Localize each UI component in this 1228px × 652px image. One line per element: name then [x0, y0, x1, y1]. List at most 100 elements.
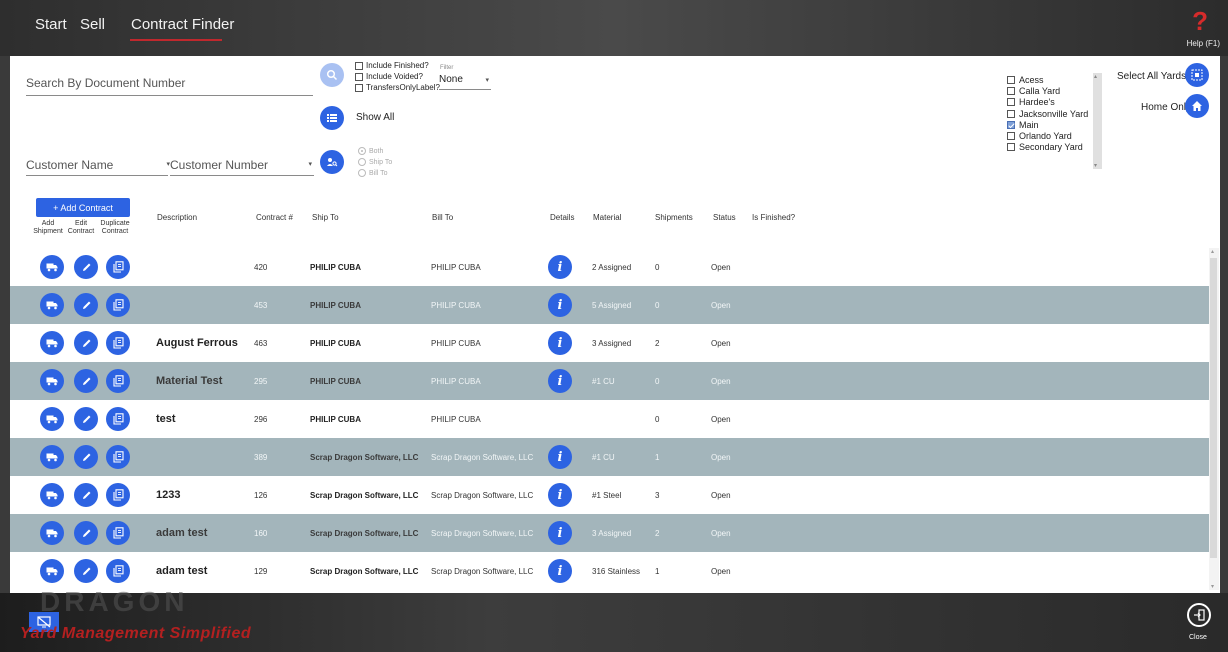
- customer-name-input[interactable]: Customer Name ▾: [26, 158, 170, 176]
- nav-contract-finder[interactable]: Contract Finder: [131, 16, 234, 33]
- edit-contract-button[interactable]: [74, 255, 98, 279]
- table-row[interactable]: August Ferrous 463 PHILIP CUBA PHILIP CUBA i…: [10, 324, 1209, 362]
- nav-sell[interactable]: Sell: [80, 16, 105, 33]
- duplicate-contract-button[interactable]: [106, 559, 130, 583]
- cell-contract-number: 463: [254, 338, 268, 348]
- include-finished-checkbox[interactable]: Include Finished?: [355, 61, 429, 70]
- table-row[interactable]: 453 PHILIP CUBA PHILIP CUBA i 5 Assigned 0 Ope…: [10, 286, 1209, 324]
- contract-finder-panel: Search By Document Number Include Finish…: [10, 56, 1220, 593]
- edit-contract-button[interactable]: [74, 293, 98, 317]
- yard-checkbox-item[interactable]: Jacksonville Yard: [1007, 108, 1103, 119]
- home-only-button[interactable]: [1185, 94, 1209, 118]
- checkbox-box: [1007, 109, 1015, 118]
- exit-icon: [1194, 609, 1205, 621]
- add-shipment-button[interactable]: [40, 559, 64, 583]
- show-all-label[interactable]: Show All: [356, 112, 394, 123]
- customer-number-input[interactable]: Customer Number ▾: [170, 158, 314, 176]
- yard-checkbox-item[interactable]: Acess: [1007, 74, 1103, 85]
- close-label[interactable]: Close: [1189, 634, 1207, 641]
- info-icon[interactable]: i: [548, 445, 572, 469]
- yard-checkbox-item[interactable]: Hardee's: [1007, 97, 1103, 108]
- add-contract-button[interactable]: + Add Contract: [36, 198, 130, 217]
- info-icon[interactable]: i: [548, 369, 572, 393]
- select-all-yards-label[interactable]: Select All Yards: [1117, 71, 1186, 82]
- edit-contract-button[interactable]: [74, 559, 98, 583]
- cell-bill-to: Scrap Dragon Software, LLC: [431, 528, 534, 538]
- table-row[interactable]: test 296 PHILIP CUBA PHILIP CUBA 0 Open: [10, 400, 1209, 438]
- add-shipment-button[interactable]: [40, 521, 64, 545]
- duplicate-contract-button[interactable]: [106, 331, 130, 355]
- filter-select[interactable]: None ▾: [439, 74, 491, 90]
- duplicate-contract-button[interactable]: [106, 407, 130, 431]
- table-row[interactable]: Material Test 295 PHILIP CUBA PHILIP CUBA i #…: [10, 362, 1209, 400]
- info-icon[interactable]: i: [548, 255, 572, 279]
- table-row[interactable]: adam test 129 Scrap Dragon Software, LLC Sc…: [10, 552, 1209, 590]
- info-icon[interactable]: i: [548, 559, 572, 583]
- cell-contract-number: 420: [254, 262, 268, 272]
- add-shipment-button[interactable]: [40, 255, 64, 279]
- pencil-icon: [81, 376, 92, 387]
- scroll-up-icon[interactable]: ▴: [1211, 248, 1214, 255]
- edit-contract-button[interactable]: [74, 369, 98, 393]
- select-all-yards-button[interactable]: [1185, 63, 1209, 87]
- show-all-button[interactable]: [320, 106, 344, 130]
- cell-status: Open: [711, 452, 731, 462]
- table-row[interactable]: 420 PHILIP CUBA PHILIP CUBA i 2 Assigned 0 Ope…: [10, 248, 1209, 286]
- scroll-thumb[interactable]: [1210, 258, 1217, 558]
- include-voided-checkbox[interactable]: Include Voided?: [355, 72, 423, 81]
- radio-bill-to[interactable]: Bill To: [358, 169, 388, 177]
- close-button[interactable]: [1187, 603, 1211, 627]
- duplicate-contract-button[interactable]: [106, 483, 130, 507]
- radio-both[interactable]: Both: [358, 147, 383, 155]
- col-description: Description: [157, 213, 198, 222]
- yard-checkbox-item[interactable]: Secondary Yard: [1007, 142, 1103, 153]
- table-scrollbar[interactable]: ▴ ▾: [1209, 248, 1219, 590]
- edit-contract-button[interactable]: [74, 521, 98, 545]
- document-search-input[interactable]: Search By Document Number: [26, 76, 313, 96]
- add-shipment-button[interactable]: [40, 369, 64, 393]
- add-shipment-button[interactable]: [40, 331, 64, 355]
- help-icon[interactable]: ?: [1192, 6, 1208, 37]
- info-icon[interactable]: i: [548, 293, 572, 317]
- table-row[interactable]: 1233 126 Scrap Dragon Software, LLC Scrap D…: [10, 476, 1209, 514]
- copy-icon: [112, 299, 124, 311]
- yard-checkbox-item[interactable]: Calla Yard: [1007, 85, 1103, 96]
- radio-ship-to[interactable]: Ship To: [358, 158, 392, 166]
- table-row[interactable]: 389 Scrap Dragon Software, LLC Scrap Drago…: [10, 438, 1209, 476]
- yard-list-scrollbar[interactable]: ▴ ▾: [1093, 73, 1102, 169]
- chevron-down-icon: ▾: [485, 77, 489, 84]
- add-shipment-button[interactable]: [40, 293, 64, 317]
- yard-checkbox-item[interactable]: Orlando Yard: [1007, 130, 1103, 141]
- info-icon[interactable]: i: [548, 521, 572, 545]
- yard-checkbox-item[interactable]: Main: [1007, 119, 1103, 130]
- duplicate-contract-button[interactable]: [106, 255, 130, 279]
- add-shipment-button[interactable]: [40, 483, 64, 507]
- cell-ship-to: Scrap Dragon Software, LLC: [310, 528, 419, 538]
- home-only-label[interactable]: Home Only: [1141, 102, 1191, 113]
- help-label[interactable]: Help (F1): [1187, 39, 1220, 48]
- customer-search-button[interactable]: [320, 150, 344, 174]
- duplicate-contract-button[interactable]: [106, 293, 130, 317]
- edit-contract-button[interactable]: [74, 445, 98, 469]
- search-button[interactable]: [320, 63, 344, 87]
- include-voided-label: Include Voided?: [366, 72, 423, 81]
- info-icon[interactable]: i: [548, 331, 572, 355]
- include-finished-label: Include Finished?: [366, 61, 429, 70]
- table-row[interactable]: adam test 160 Scrap Dragon Software, LLC Sc…: [10, 514, 1209, 552]
- scroll-up-icon[interactable]: ▴: [1094, 73, 1097, 80]
- cell-shipments: 0: [655, 376, 660, 386]
- scroll-down-icon[interactable]: ▾: [1211, 583, 1214, 590]
- add-shipment-button[interactable]: [40, 407, 64, 431]
- nav-start[interactable]: Start: [35, 16, 67, 33]
- duplicate-contract-button[interactable]: [106, 445, 130, 469]
- info-icon[interactable]: i: [548, 483, 572, 507]
- edit-contract-button[interactable]: [74, 407, 98, 431]
- edit-contract-button[interactable]: [74, 483, 98, 507]
- edit-contract-button[interactable]: [74, 331, 98, 355]
- duplicate-contract-header: Duplicate Contract: [100, 220, 130, 235]
- duplicate-contract-button[interactable]: [106, 369, 130, 393]
- add-shipment-button[interactable]: [40, 445, 64, 469]
- duplicate-contract-button[interactable]: [106, 521, 130, 545]
- scroll-down-icon[interactable]: ▾: [1094, 162, 1097, 169]
- transfers-only-checkbox[interactable]: TransfersOnlyLabel?: [355, 83, 440, 92]
